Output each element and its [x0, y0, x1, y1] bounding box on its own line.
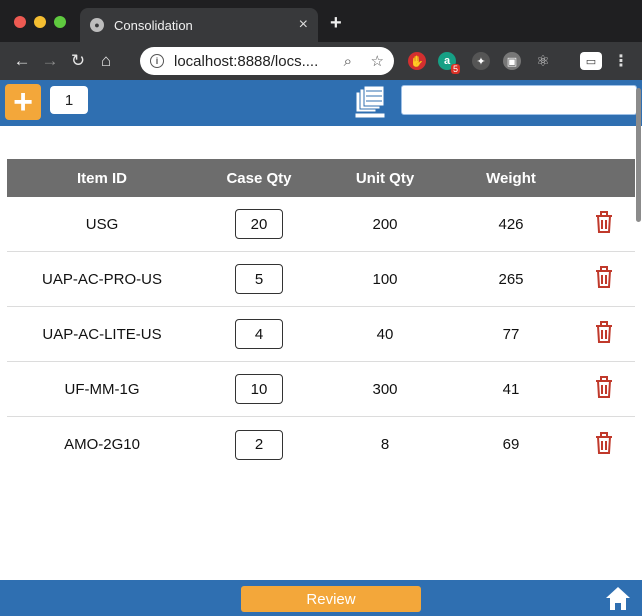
weight: 426 — [498, 215, 524, 233]
menu-kebab-icon[interactable]: ⋮ — [612, 52, 630, 70]
add-button[interactable]: + — [5, 84, 41, 120]
header-case-qty: Case Qty — [226, 169, 292, 187]
scrollbar-thumb[interactable] — [636, 88, 641, 222]
header-unit-qty: Unit Qty — [355, 169, 415, 187]
weight: 69 — [502, 436, 520, 453]
address-bar[interactable]: i localhost:8888/locs.... ⌕ ☆ — [140, 47, 394, 75]
table-row: AMO-2G10 2 8 69 — [7, 417, 635, 472]
home-browser-icon[interactable]: ⌂ — [92, 51, 120, 71]
table-row: UAP-AC-LITE-US 4 40 77 — [7, 307, 635, 362]
tab-favicon-icon: ● — [90, 18, 104, 32]
item-id: UAP-AC-PRO-US — [41, 270, 162, 288]
zoom-window-button[interactable] — [54, 16, 66, 28]
unit-qty: 40 — [376, 325, 394, 343]
table-header: Item ID Case Qty Unit Qty Weight — [7, 159, 635, 197]
url-text: localhost:8888/locs.... — [174, 52, 319, 70]
profile-icon[interactable]: ▭ — [580, 52, 602, 70]
extension-box-icon[interactable]: ▣ — [503, 52, 521, 70]
browser-tabstrip: ● Consolidation × + — [0, 0, 642, 42]
case-qty-input[interactable]: 10 — [235, 374, 283, 404]
reload-icon[interactable]: ↻ — [64, 51, 92, 71]
weight: 77 — [502, 325, 520, 343]
close-window-button[interactable] — [14, 16, 26, 28]
window-controls — [14, 16, 66, 28]
trash-icon[interactable] — [595, 211, 613, 233]
forward-icon[interactable]: → — [36, 51, 64, 71]
extension-badge: 5 — [451, 64, 461, 74]
case-qty-input[interactable]: 2 — [235, 429, 283, 460]
extension-react-icon[interactable]: ⚛ — [534, 52, 552, 70]
unit-qty: 300 — [372, 380, 398, 398]
extension-hand-icon[interactable]: ✋ — [408, 52, 426, 70]
item-id: AMO-2G10 — [64, 436, 140, 453]
table-row: UF-MM-1G 10 300 41 — [7, 362, 635, 417]
weight: 265 — [498, 270, 524, 288]
table-row: UAP-AC-PRO-US 5 100 265 — [7, 252, 635, 307]
back-icon[interactable]: ← — [8, 51, 36, 71]
item-id: UAP-AC-LITE-US — [42, 325, 162, 343]
item-id: UF-MM-1G — [64, 380, 140, 398]
bookmark-star-icon[interactable]: ☆ — [371, 52, 384, 70]
unit-qty: 200 — [372, 215, 398, 233]
trash-icon[interactable] — [595, 431, 613, 454]
unit-qty: 8 — [380, 436, 390, 453]
items-table: Item ID Case Qty Unit Qty Weight USG 20 … — [7, 159, 635, 472]
pallet-stack-icon[interactable] — [354, 84, 388, 120]
trash-icon[interactable] — [595, 376, 613, 398]
search-input[interactable] — [401, 85, 637, 115]
case-qty-input[interactable]: 5 — [235, 264, 283, 294]
table-row: USG 20 200 426 — [7, 197, 635, 252]
page-scrollbar[interactable] — [634, 80, 642, 580]
minimize-window-button[interactable] — [34, 16, 46, 28]
home-icon[interactable] — [604, 584, 632, 612]
unit-qty: 100 — [372, 270, 398, 288]
browser-toolbar: ← → ↻ ⌂ i localhost:8888/locs.... ⌕ ☆ ✋ … — [0, 42, 642, 80]
trash-icon[interactable] — [595, 321, 613, 343]
case-qty-input[interactable]: 20 — [235, 209, 283, 239]
header-item-id: Item ID — [76, 169, 127, 187]
app-header-bar: + 1 — [0, 80, 642, 126]
app-footer-bar: Review — [0, 580, 642, 616]
trash-icon[interactable] — [595, 266, 613, 288]
new-tab-button[interactable]: + — [330, 12, 342, 35]
site-info-icon[interactable]: i — [150, 54, 164, 68]
review-button[interactable]: Review — [241, 586, 421, 612]
tab-title: Consolidation — [114, 17, 193, 33]
weight: 41 — [502, 380, 520, 398]
header-weight: Weight — [486, 169, 536, 187]
extension-bulb-icon[interactable]: ✦ — [472, 52, 490, 70]
case-qty-input[interactable]: 4 — [235, 319, 283, 349]
search-icon[interactable]: ⌕ — [344, 53, 352, 70]
browser-tab[interactable]: ● Consolidation × — [80, 8, 318, 42]
count-field[interactable]: 1 — [50, 86, 88, 114]
tab-close-icon[interactable]: × — [299, 16, 308, 34]
item-id: USG — [85, 215, 119, 233]
